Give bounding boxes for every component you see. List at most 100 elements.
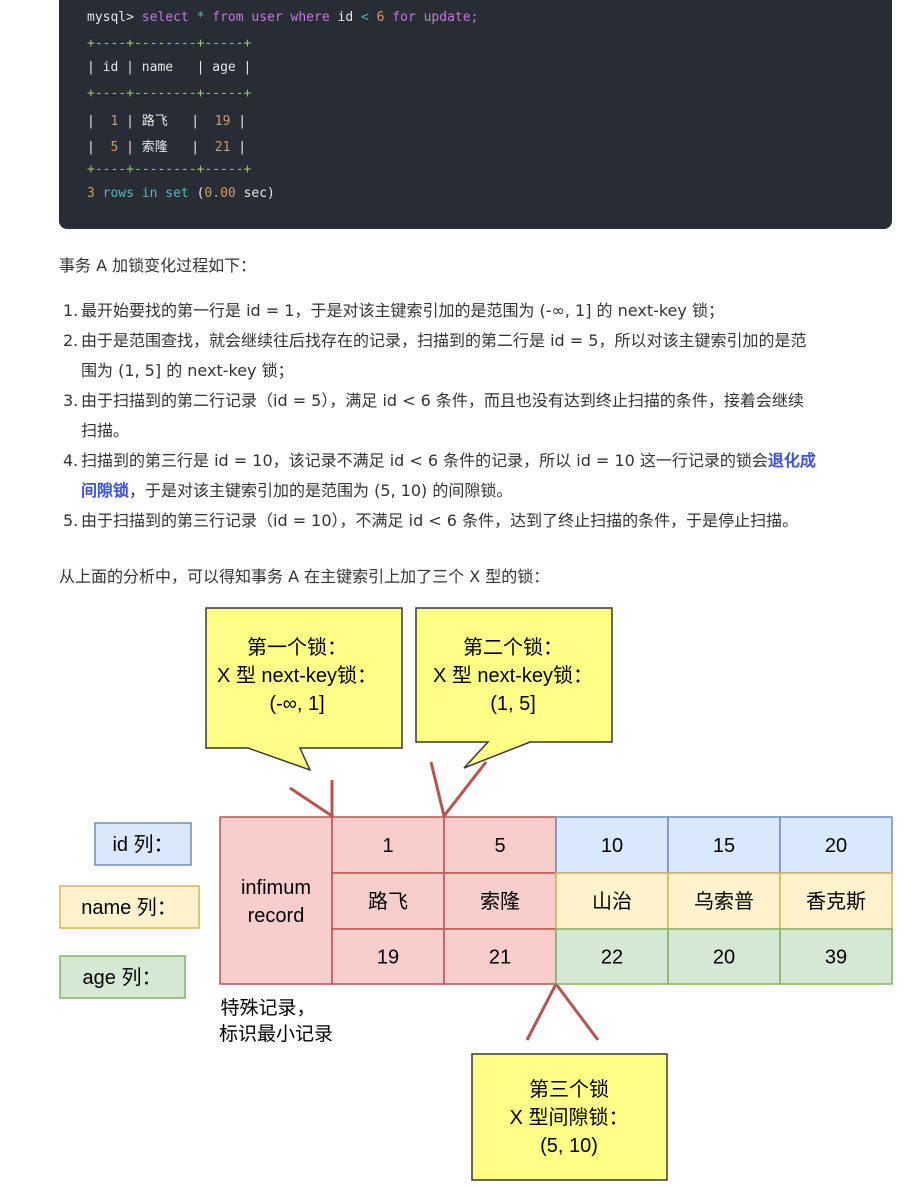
lock-diagram: 第一个锁： X 型 next-key锁： (-∞, 1] 第二个锁： X 型 n… bbox=[59, 607, 893, 1181]
header-line: | id | name | age | bbox=[87, 60, 252, 75]
step-text: 扫描。 bbox=[81, 421, 130, 440]
lt-op: < bbox=[360, 10, 369, 25]
callout-2-line-1: 第二个锁： bbox=[463, 636, 563, 659]
kw-update: update; bbox=[423, 10, 479, 25]
record-id-text: 10 bbox=[601, 835, 623, 857]
where-col: id bbox=[337, 10, 354, 25]
list-index: 4. bbox=[63, 451, 79, 470]
highlight-text: 退化成 bbox=[767, 451, 816, 470]
list-item: 1. 最开始要找的第一行是 id = 1，于是对该主键索引加的是范围为 (-∞, … bbox=[59, 296, 899, 326]
step-text: 由于扫描到的第三行记录（id = 10），不满足 id < 6 条件，达到了终止… bbox=[81, 511, 799, 530]
callout-2-shape bbox=[415, 607, 613, 769]
sql-query-line: mysql> select * from user where id < 6 f… bbox=[87, 10, 478, 25]
step-text: 由于扫描到的第二行记录（id = 5），满足 id < 6 条件，而且也没有达到… bbox=[81, 391, 804, 410]
legend: id 列： name 列： age 列： bbox=[59, 822, 200, 999]
code-block: mysql> select * from user where id < 6 f… bbox=[59, 0, 892, 229]
result-row: | 1 | 路飞 | 19 | bbox=[87, 114, 247, 129]
record-name-text: 路飞 bbox=[368, 890, 408, 913]
list-item: 4. 扫描到的第三行是 id = 10，该记录不满足 id < 6 条件的记录，所… bbox=[59, 446, 899, 506]
records-table: 1 路飞 19 5 索隆 21 10 山治 22 15 乌索普 20 20 香克斯 39 bbox=[331, 816, 893, 985]
callout-2-line-3: (1, 5] bbox=[490, 693, 536, 715]
infimum-line-2: record bbox=[248, 905, 305, 927]
col-age: age bbox=[212, 60, 236, 75]
row-name: 路飞 bbox=[141, 114, 168, 129]
row-age: 19 bbox=[214, 114, 231, 129]
callout-third-lock: 第三个锁 X 型间隙锁： (5, 10) bbox=[471, 1053, 668, 1181]
infimum-line-1: infimum bbox=[241, 877, 311, 899]
record-age-text: 19 bbox=[377, 947, 399, 969]
lock-steps-list: 1. 最开始要找的第一行是 id = 1，于是对该主键索引加的是范围为 (-∞, … bbox=[59, 296, 899, 536]
legend-name-label: name 列： bbox=[81, 896, 177, 919]
result-row: | 5 | 索隆 | 21 | bbox=[87, 140, 247, 155]
record-id-text: 20 bbox=[825, 835, 847, 857]
in-word: in bbox=[141, 186, 158, 201]
list-index: 1. bbox=[63, 301, 79, 320]
sec-word: sec) bbox=[243, 186, 275, 201]
arrow-3 bbox=[525, 981, 600, 1041]
callout-2-line-2: X 型 next-key锁： bbox=[433, 664, 593, 687]
infimum-record: infimum record 特殊记录， 标识最小记录 bbox=[219, 816, 333, 1045]
infimum-note-1: 特殊记录， bbox=[220, 997, 315, 1019]
record-age-text: 20 bbox=[713, 947, 735, 969]
legend-id-label: id 列： bbox=[112, 833, 173, 856]
callout-3-line-2: X 型间隙锁： bbox=[510, 1106, 629, 1129]
star: * bbox=[196, 10, 205, 25]
row-age: 21 bbox=[214, 140, 231, 155]
kw-for: for bbox=[392, 10, 416, 25]
row-id: 1 bbox=[110, 114, 119, 129]
kw-from: from bbox=[212, 10, 244, 25]
border-line: +----+--------+-----+ bbox=[87, 162, 252, 177]
footer-line: 3 rows in set (0.00 sec) bbox=[87, 186, 275, 201]
record-age-text: 21 bbox=[489, 947, 511, 969]
step-text: 由于是范围查找，就会继续往后找存在的记录，扫描到的第二行是 id = 5，所以对… bbox=[81, 331, 807, 350]
record-name-text: 山治 bbox=[592, 890, 632, 913]
record-id-text: 15 bbox=[713, 835, 735, 857]
list-item: 3. 由于扫描到的第二行记录（id = 5），满足 id < 6 条件，而且也没有… bbox=[59, 386, 899, 446]
list-index: 5. bbox=[63, 511, 79, 530]
row-count: 3 bbox=[87, 186, 95, 201]
record-name-text: 乌索普 bbox=[694, 890, 754, 913]
border-line: +----+--------+-----+ bbox=[87, 86, 252, 101]
step-text: 最开始要找的第一行是 id = 1，于是对该主键索引加的是范围为 (-∞, 1]… bbox=[81, 301, 724, 320]
exec-time: 0.00 bbox=[204, 186, 236, 201]
arrow-2 bbox=[429, 761, 488, 820]
row-id: 5 bbox=[110, 140, 119, 155]
infimum-note-2: 标识最小记录 bbox=[219, 1023, 333, 1045]
summary-text: 从上面的分析中，可以得知事务 A 在主键索引上加了三个 X 型的锁： bbox=[59, 567, 550, 586]
rows-word: rows bbox=[102, 186, 134, 201]
record-id-text: 1 bbox=[382, 835, 393, 857]
step-text: 围为 (1, 5] 的 next-key 锁； bbox=[81, 361, 294, 380]
where-val: 6 bbox=[376, 10, 385, 25]
callout-1-line-3: (-∞, 1] bbox=[269, 693, 324, 715]
legend-age-label: age 列： bbox=[83, 966, 162, 989]
step-text: ，于是对该主键索引加的是范围为 (5, 10) 的间隙锁。 bbox=[129, 481, 513, 500]
step-text: 扫描到的第三行是 id = 10，该记录不满足 id < 6 条件的记录，所以 … bbox=[81, 451, 768, 470]
record-age-text: 22 bbox=[601, 947, 623, 969]
callout-1-line-1: 第一个锁： bbox=[247, 636, 347, 659]
border-line: +----+--------+-----+ bbox=[87, 36, 252, 51]
arrow-1 bbox=[289, 780, 334, 819]
callout-first-lock: 第一个锁： X 型 next-key锁： (-∞, 1] bbox=[205, 607, 403, 772]
kw-select: select bbox=[141, 10, 189, 25]
record-name-text: 香克斯 bbox=[806, 890, 866, 913]
list-item: 2. 由于是范围查找，就会继续往后找存在的记录，扫描到的第二行是 id = 5，所… bbox=[59, 326, 899, 386]
list-item: 5. 由于扫描到的第三行记录（id = 10），不满足 id < 6 条件，达到了… bbox=[59, 506, 899, 536]
col-name: name bbox=[141, 60, 174, 75]
highlight-text: 间隙锁 bbox=[81, 481, 130, 500]
callout-1-line-2: X 型 next-key锁： bbox=[217, 664, 377, 687]
callout-second-lock: 第二个锁： X 型 next-key锁： (1, 5] bbox=[415, 607, 613, 769]
kw-where: where bbox=[290, 10, 330, 25]
set-word: set bbox=[165, 186, 189, 201]
callout-3-line-1: 第三个锁 bbox=[529, 1078, 609, 1101]
callout-3-line-3: (5, 10) bbox=[540, 1135, 598, 1157]
record-id-text: 5 bbox=[494, 835, 505, 857]
row-name: 索隆 bbox=[141, 140, 168, 155]
record-age-text: 39 bbox=[825, 947, 847, 969]
list-index: 2. bbox=[63, 331, 79, 350]
list-index: 3. bbox=[63, 391, 79, 410]
intro-text: 事务 A 加锁变化过程如下： bbox=[59, 256, 257, 275]
col-id: id bbox=[102, 60, 119, 75]
record-name-text: 索隆 bbox=[480, 890, 520, 913]
table-name: user bbox=[251, 10, 283, 25]
infimum-cell bbox=[219, 816, 333, 985]
